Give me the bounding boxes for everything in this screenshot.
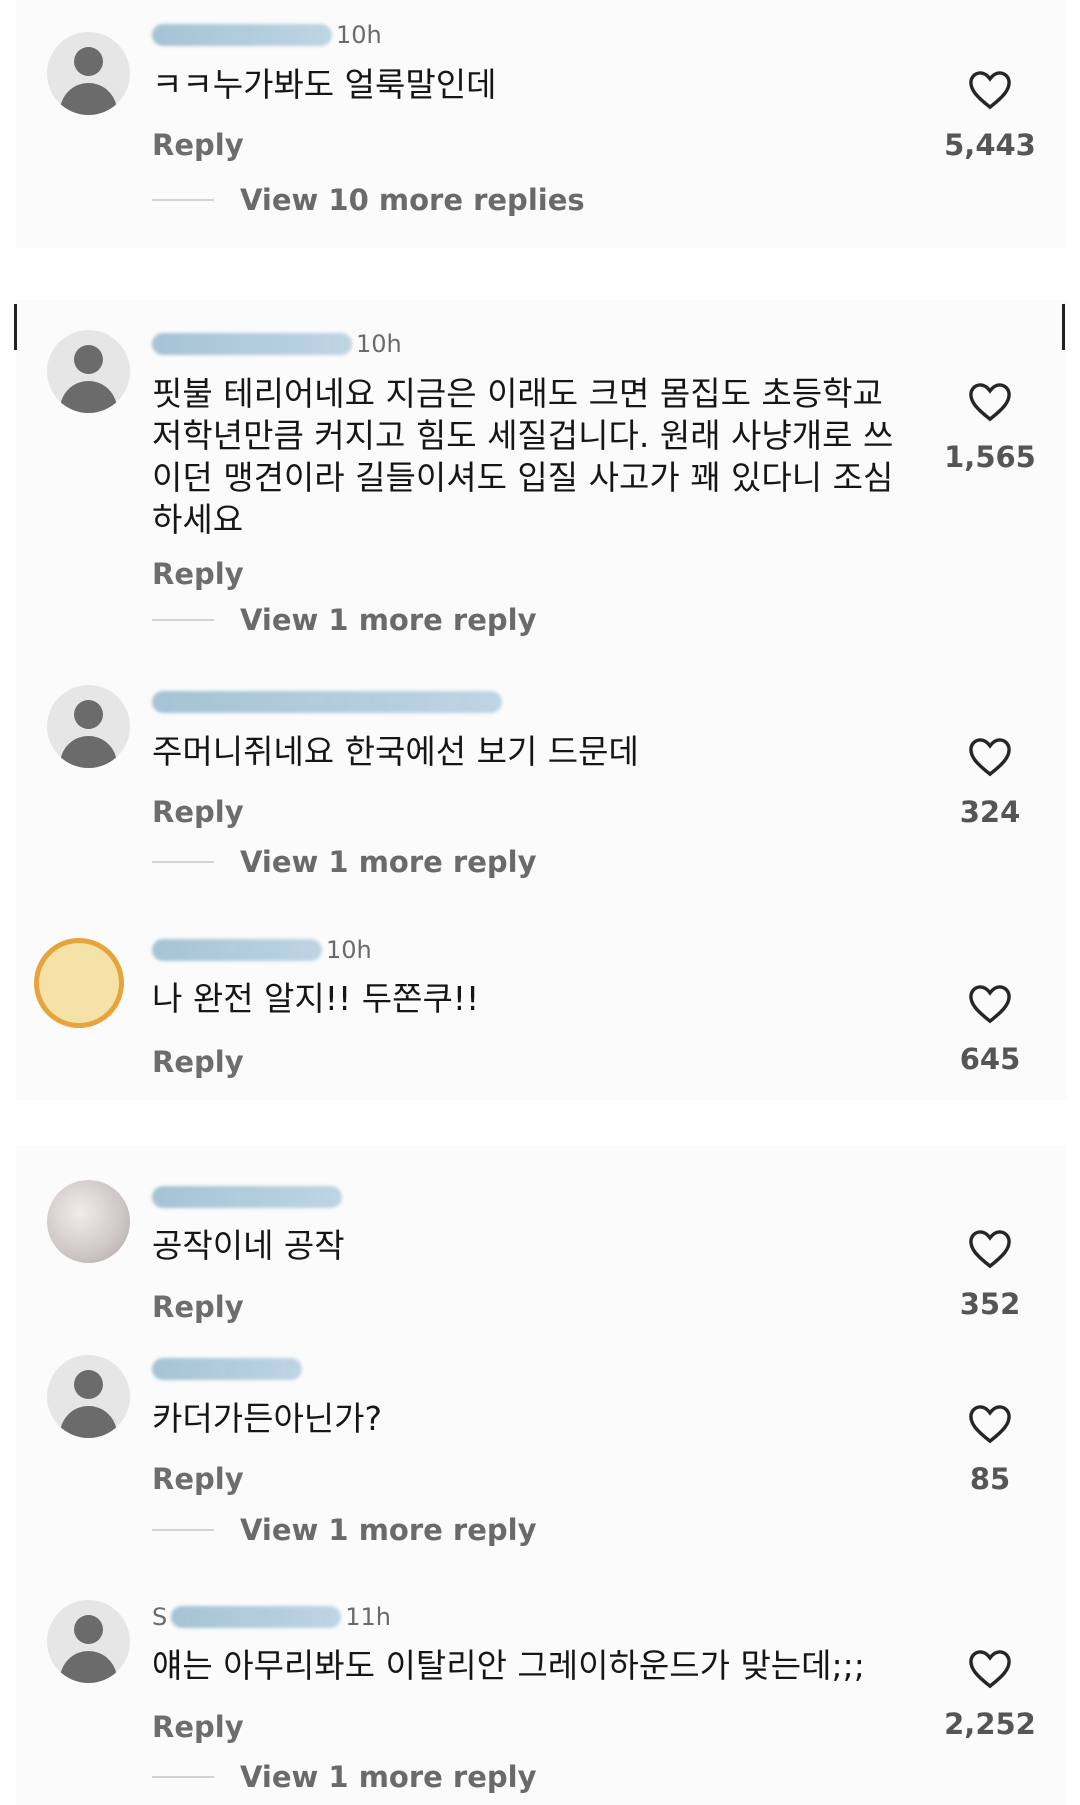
view-more-replies[interactable]: View 1 more reply [152, 845, 537, 879]
avatar[interactable] [34, 938, 124, 1028]
view-more-label: View 1 more reply [240, 1513, 537, 1547]
divider-line [152, 199, 214, 201]
redacted-username [152, 691, 502, 713]
reply-button[interactable]: Reply [152, 1710, 244, 1744]
avatar[interactable] [47, 1600, 130, 1683]
redacted-username [152, 24, 332, 46]
reply-button[interactable]: Reply [152, 1290, 244, 1324]
view-more-replies[interactable]: View 1 more reply [152, 1760, 537, 1794]
reply-button[interactable]: Reply [152, 557, 244, 591]
redacted-username [152, 1186, 342, 1208]
view-more-label: View 1 more reply [240, 1760, 537, 1794]
edge-mark-right [1062, 304, 1065, 350]
view-more-label: View 1 more reply [240, 845, 537, 879]
like-count: 2,252 [944, 1707, 1036, 1741]
view-more-label: View 10 more replies [240, 183, 585, 217]
like-count: 85 [969, 1462, 1011, 1496]
like-count: 1,565 [944, 440, 1036, 474]
username-row[interactable] [152, 687, 506, 717]
like-block: 2,252 [930, 1647, 1050, 1741]
like-block: 1,565 [930, 380, 1050, 474]
comment-text: 핏불 테리어네요 지금은 이래도 크면 몸집도 초등학교 저학년만큼 커지고 힘… [152, 374, 894, 539]
username-prefix: S [152, 1603, 168, 1631]
reply-button[interactable]: Reply [152, 128, 244, 162]
reply-button[interactable]: Reply [152, 795, 244, 829]
view-more-replies[interactable]: View 1 more reply [152, 603, 537, 637]
like-block: 645 [930, 982, 1050, 1076]
avatar[interactable] [47, 330, 130, 413]
like-block: 324 [930, 735, 1050, 829]
comment-text: 얘는 아무리봐도 이탈리안 그레이하운드가 맞는데;;; [152, 1646, 865, 1685]
like-count: 645 [959, 1042, 1021, 1076]
comment-text: 주머니쥐네요 한국에선 보기 드문데 [152, 732, 639, 771]
avatar[interactable] [47, 685, 130, 768]
divider-line [152, 619, 214, 621]
heart-outline-icon[interactable] [967, 1227, 1013, 1269]
heart-outline-icon[interactable] [967, 380, 1013, 422]
comment-text: ㅋㅋ누가봐도 얼룩말인데 [152, 65, 497, 104]
username-row[interactable]: 10h [152, 329, 402, 359]
like-count: 5,443 [944, 128, 1036, 162]
like-count: 324 [959, 795, 1021, 829]
redacted-username [152, 1358, 302, 1380]
username-row[interactable] [152, 1354, 306, 1384]
comment-time: 10h [326, 936, 372, 964]
like-count: 352 [959, 1287, 1021, 1321]
redacted-username [171, 1606, 342, 1628]
reply-button[interactable]: Reply [152, 1045, 244, 1079]
view-more-replies[interactable]: View 10 more replies [152, 183, 585, 217]
redacted-username [152, 333, 352, 355]
heart-outline-icon[interactable] [967, 68, 1013, 110]
comment-text: 공작이네 공작 [152, 1226, 345, 1265]
like-block: 85 [930, 1402, 1050, 1496]
heart-outline-icon[interactable] [967, 1402, 1013, 1444]
comment-text: 나 완전 알지!! 두쫀쿠!! [152, 979, 480, 1018]
heart-outline-icon[interactable] [967, 982, 1013, 1024]
comment-time: 10h [356, 330, 402, 358]
like-block: 5,443 [930, 68, 1050, 162]
like-block: 352 [930, 1227, 1050, 1321]
redacted-username [152, 939, 322, 961]
comment-time: 10h [336, 21, 382, 49]
comment-text: 카더가든아닌가? [152, 1399, 383, 1438]
view-more-label: View 1 more reply [240, 603, 537, 637]
reply-button[interactable]: Reply [152, 1462, 244, 1496]
comment-time: 11h [345, 1603, 391, 1631]
heart-outline-icon[interactable] [967, 1647, 1013, 1689]
divider-line [152, 861, 214, 863]
divider-line [152, 1529, 214, 1531]
username-row[interactable]: 10h [152, 20, 382, 50]
view-more-replies[interactable]: View 1 more reply [152, 1513, 537, 1547]
avatar[interactable] [47, 1355, 130, 1438]
divider-line [152, 1776, 214, 1778]
username-row[interactable]: 10h [152, 935, 372, 965]
edge-mark-left [14, 304, 17, 350]
avatar[interactable] [47, 1180, 130, 1263]
heart-outline-icon[interactable] [967, 735, 1013, 777]
username-row[interactable] [152, 1182, 346, 1212]
username-row[interactable]: S 11h [152, 1602, 391, 1632]
avatar[interactable] [47, 32, 130, 115]
